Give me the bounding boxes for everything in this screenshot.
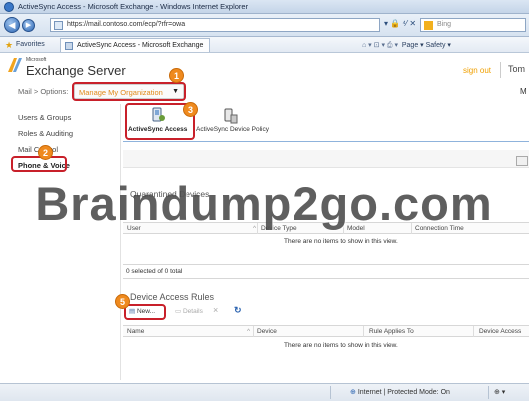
status-zone-label: Internet | Protected Mode: On: [357, 389, 450, 396]
rules-empty-message: There are no items to show in this view.: [284, 342, 398, 349]
callout-box-phone-voice: [11, 156, 67, 172]
zoom-control[interactable]: ⊕ ▾: [494, 388, 505, 396]
forward-arrow-icon[interactable]: ▶: [22, 19, 35, 32]
app-title: Exchange Server: [26, 63, 126, 78]
step-badge-1: 1: [169, 68, 184, 83]
details-button[interactable]: ▭ Details: [175, 307, 203, 315]
rules-toolbar: ▤ New... ▭ Details × ↻: [123, 305, 529, 321]
left-nav: Users & Groups Roles & Auditing Mail Con…: [0, 104, 120, 384]
internet-explorer-icon: [4, 2, 14, 12]
nav-item-roles-auditing[interactable]: Roles & Auditing: [18, 129, 73, 138]
favorites-label[interactable]: Favorites: [16, 41, 45, 48]
command-bar-menus[interactable]: Page ▾ Safety ▾: [402, 42, 451, 49]
rules-grid-header: Name ^ Device Rule Applies To Device Acc…: [123, 325, 529, 337]
column-rule-applies-to[interactable]: Rule Applies To: [369, 328, 414, 335]
watermark: Braindump2go.com: [35, 177, 493, 230]
selection-count: 0 selected of 0 total: [126, 268, 183, 275]
search-input[interactable]: Bing: [420, 18, 526, 32]
address-bar: ◀ ▶ https://mail.contoso.com/ecp/?rfr=ow…: [0, 14, 529, 37]
refresh-icon[interactable]: ↻: [234, 305, 242, 316]
grid-footer-line: [123, 264, 529, 265]
callout-box-new-button: [124, 304, 166, 320]
favorites-star-icon[interactable]: ★: [5, 40, 13, 51]
breadcrumb-mail[interactable]: Mail: [18, 87, 32, 96]
status-separator: [488, 386, 489, 399]
step-badge-2: 2: [38, 145, 53, 160]
window-title: ActiveSync Access - Microsoft Exchange -…: [18, 2, 249, 11]
command-bar[interactable]: ⌂ ▾ ⊡ ▾ ⎙ ▾ Page ▾ Safety ▾: [362, 41, 451, 50]
right-edge-label: M: [520, 87, 527, 96]
grid-footer-line: [123, 278, 529, 279]
tab-page-icon: [65, 42, 73, 50]
status-zone-text: ⊕ Internet | Protected Mode: On: [350, 388, 450, 396]
nav-divider: [120, 104, 121, 380]
user-name: Tom: [508, 64, 526, 74]
tab-label: ActiveSync Access - Microsoft Exchange: [77, 42, 204, 49]
column-separator: [363, 326, 364, 337]
bing-icon: [424, 21, 433, 30]
column-device[interactable]: Device: [257, 328, 277, 335]
home-print-icons[interactable]: ⌂ ▾ ⊡ ▾ ⎙ ▾: [362, 42, 402, 49]
tabs-underline: [123, 141, 529, 142]
browser-status-bar: ⊕ Internet | Protected Mode: On ⊕ ▾: [0, 383, 529, 401]
globe-icon: ⊕: [350, 389, 358, 396]
details-icon: ▭: [175, 308, 183, 315]
device-policy-icon: [224, 108, 238, 124]
device-access-rules-title: Device Access Rules: [130, 292, 215, 302]
step-badge-3: 3: [183, 102, 198, 117]
window-titlebar: ActiveSync Access - Microsoft Exchange -…: [0, 0, 529, 14]
column-separator: [253, 326, 254, 337]
tab-activesync-device-policy[interactable]: ActiveSync Device Policy: [196, 126, 269, 133]
back-arrow-icon[interactable]: ◀: [4, 17, 20, 33]
search-placeholder: Bing: [437, 21, 452, 28]
nav-item-users-groups[interactable]: Users & Groups: [18, 113, 71, 122]
favorites-bar: ★ Favorites ActiveSync Access - Microsof…: [0, 37, 529, 53]
sign-out-link[interactable]: sign out: [463, 66, 491, 75]
status-separator: [330, 386, 331, 399]
url-field[interactable]: https://mail.contoso.com/ecp/?rfr=owa: [50, 18, 380, 32]
callout-box-org-select: [72, 82, 186, 101]
quarantine-empty-message: There are no items to show in this view.: [284, 238, 398, 245]
url-text: https://mail.contoso.com/ecp/?rfr=owa: [67, 21, 186, 28]
browser-tab[interactable]: ActiveSync Access - Microsoft Exchange: [60, 38, 210, 52]
delete-icon[interactable]: ×: [213, 305, 218, 315]
column-device-access[interactable]: Device Access: [479, 328, 521, 335]
step-badge-5: 5: [115, 294, 130, 309]
header-divider: [500, 62, 501, 78]
panel-toggle-button[interactable]: [516, 156, 528, 166]
column-separator: [473, 326, 474, 337]
column-name[interactable]: Name: [127, 328, 144, 335]
exchange-logo-icon: [8, 58, 22, 72]
page-icon: [54, 21, 63, 30]
breadcrumb: Mail > Options:: [18, 87, 68, 96]
breadcrumb-options: Options:: [40, 87, 69, 96]
lock-refresh-stop-icons[interactable]: ▾ 🔒 ⁴⁄ ✕: [384, 19, 416, 28]
sort-icon: ^: [247, 328, 251, 335]
details-button-label: Details: [182, 308, 203, 315]
content-toolbar: [123, 150, 529, 168]
breadcrumb-separator: >: [33, 87, 39, 96]
